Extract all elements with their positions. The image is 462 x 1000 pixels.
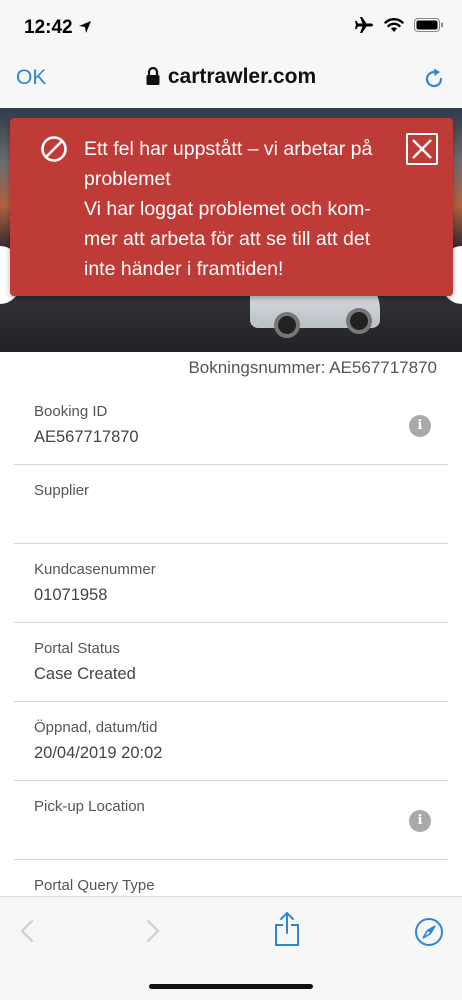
address-bar[interactable]: cartrawler.com	[0, 65, 462, 89]
van-wheel	[274, 312, 300, 338]
home-indicator[interactable]	[149, 984, 313, 989]
row-value: 20/04/2019 20:02	[34, 744, 163, 762]
list-item-pickup-location: Pick-up Location i	[14, 781, 448, 860]
share-icon[interactable]	[274, 911, 300, 947]
row-value: 01071958	[34, 586, 108, 604]
error-banner: Ett fel har uppstått – vi arbetar på pro…	[10, 118, 453, 296]
status-time: 12:42	[24, 17, 73, 38]
row-label: Booking ID	[34, 403, 108, 420]
list-item-supplier: Supplier	[14, 465, 448, 544]
wifi-icon	[384, 18, 404, 32]
row-label: Öppnad, datum/tid	[34, 719, 158, 736]
browser-nav-bar: OK cartrawler.com	[0, 54, 462, 108]
back-arrow-icon[interactable]	[18, 917, 36, 945]
van-wheel	[346, 308, 372, 334]
location-arrow-icon	[79, 21, 91, 33]
booking-number: Bokningsnummer: AE567717870	[188, 358, 437, 377]
lock-icon	[146, 67, 160, 85]
close-button[interactable]	[406, 133, 438, 165]
list-item-portal-status: Portal Status Case Created	[14, 623, 448, 702]
list-item-case-number: Kundcasenummer 01071958	[14, 544, 448, 623]
info-icon[interactable]: i	[409, 415, 431, 437]
row-label: Kundcasenummer	[34, 561, 156, 578]
forward-arrow-icon[interactable]	[144, 917, 162, 945]
url-text: cartrawler.com	[167, 65, 317, 88]
status-icons	[354, 16, 444, 34]
list-item-booking-id: Booking ID AE567717870 i	[14, 386, 448, 465]
battery-icon	[414, 18, 443, 32]
row-label: Supplier	[34, 482, 90, 499]
row-label: Portal Query Type	[34, 877, 155, 894]
error-message: Ett fel har uppstått – vi arbetar på pro…	[84, 134, 404, 284]
reload-icon[interactable]	[422, 67, 446, 91]
row-value: Case Created	[34, 665, 136, 683]
booking-details-list: Booking ID AE567717870 i Supplier Kundca…	[0, 386, 462, 939]
row-value: AE567717870	[34, 428, 139, 446]
status-bar: 12:42	[0, 0, 462, 54]
list-item-opened-date: Öppnad, datum/tid 20/04/2019 20:02	[14, 702, 448, 781]
row-label: Pick-up Location	[34, 798, 145, 815]
info-icon[interactable]: i	[409, 810, 431, 832]
close-icon	[412, 139, 432, 159]
airplane-icon	[355, 17, 373, 33]
error-body: Vi har loggat problemet och kom-mer att …	[84, 198, 371, 280]
error-title: Ett fel har uppstått – vi arbetar på pro…	[84, 138, 373, 190]
row-label: Portal Status	[34, 640, 120, 657]
ban-icon	[41, 136, 67, 162]
compass-icon[interactable]	[414, 917, 444, 947]
